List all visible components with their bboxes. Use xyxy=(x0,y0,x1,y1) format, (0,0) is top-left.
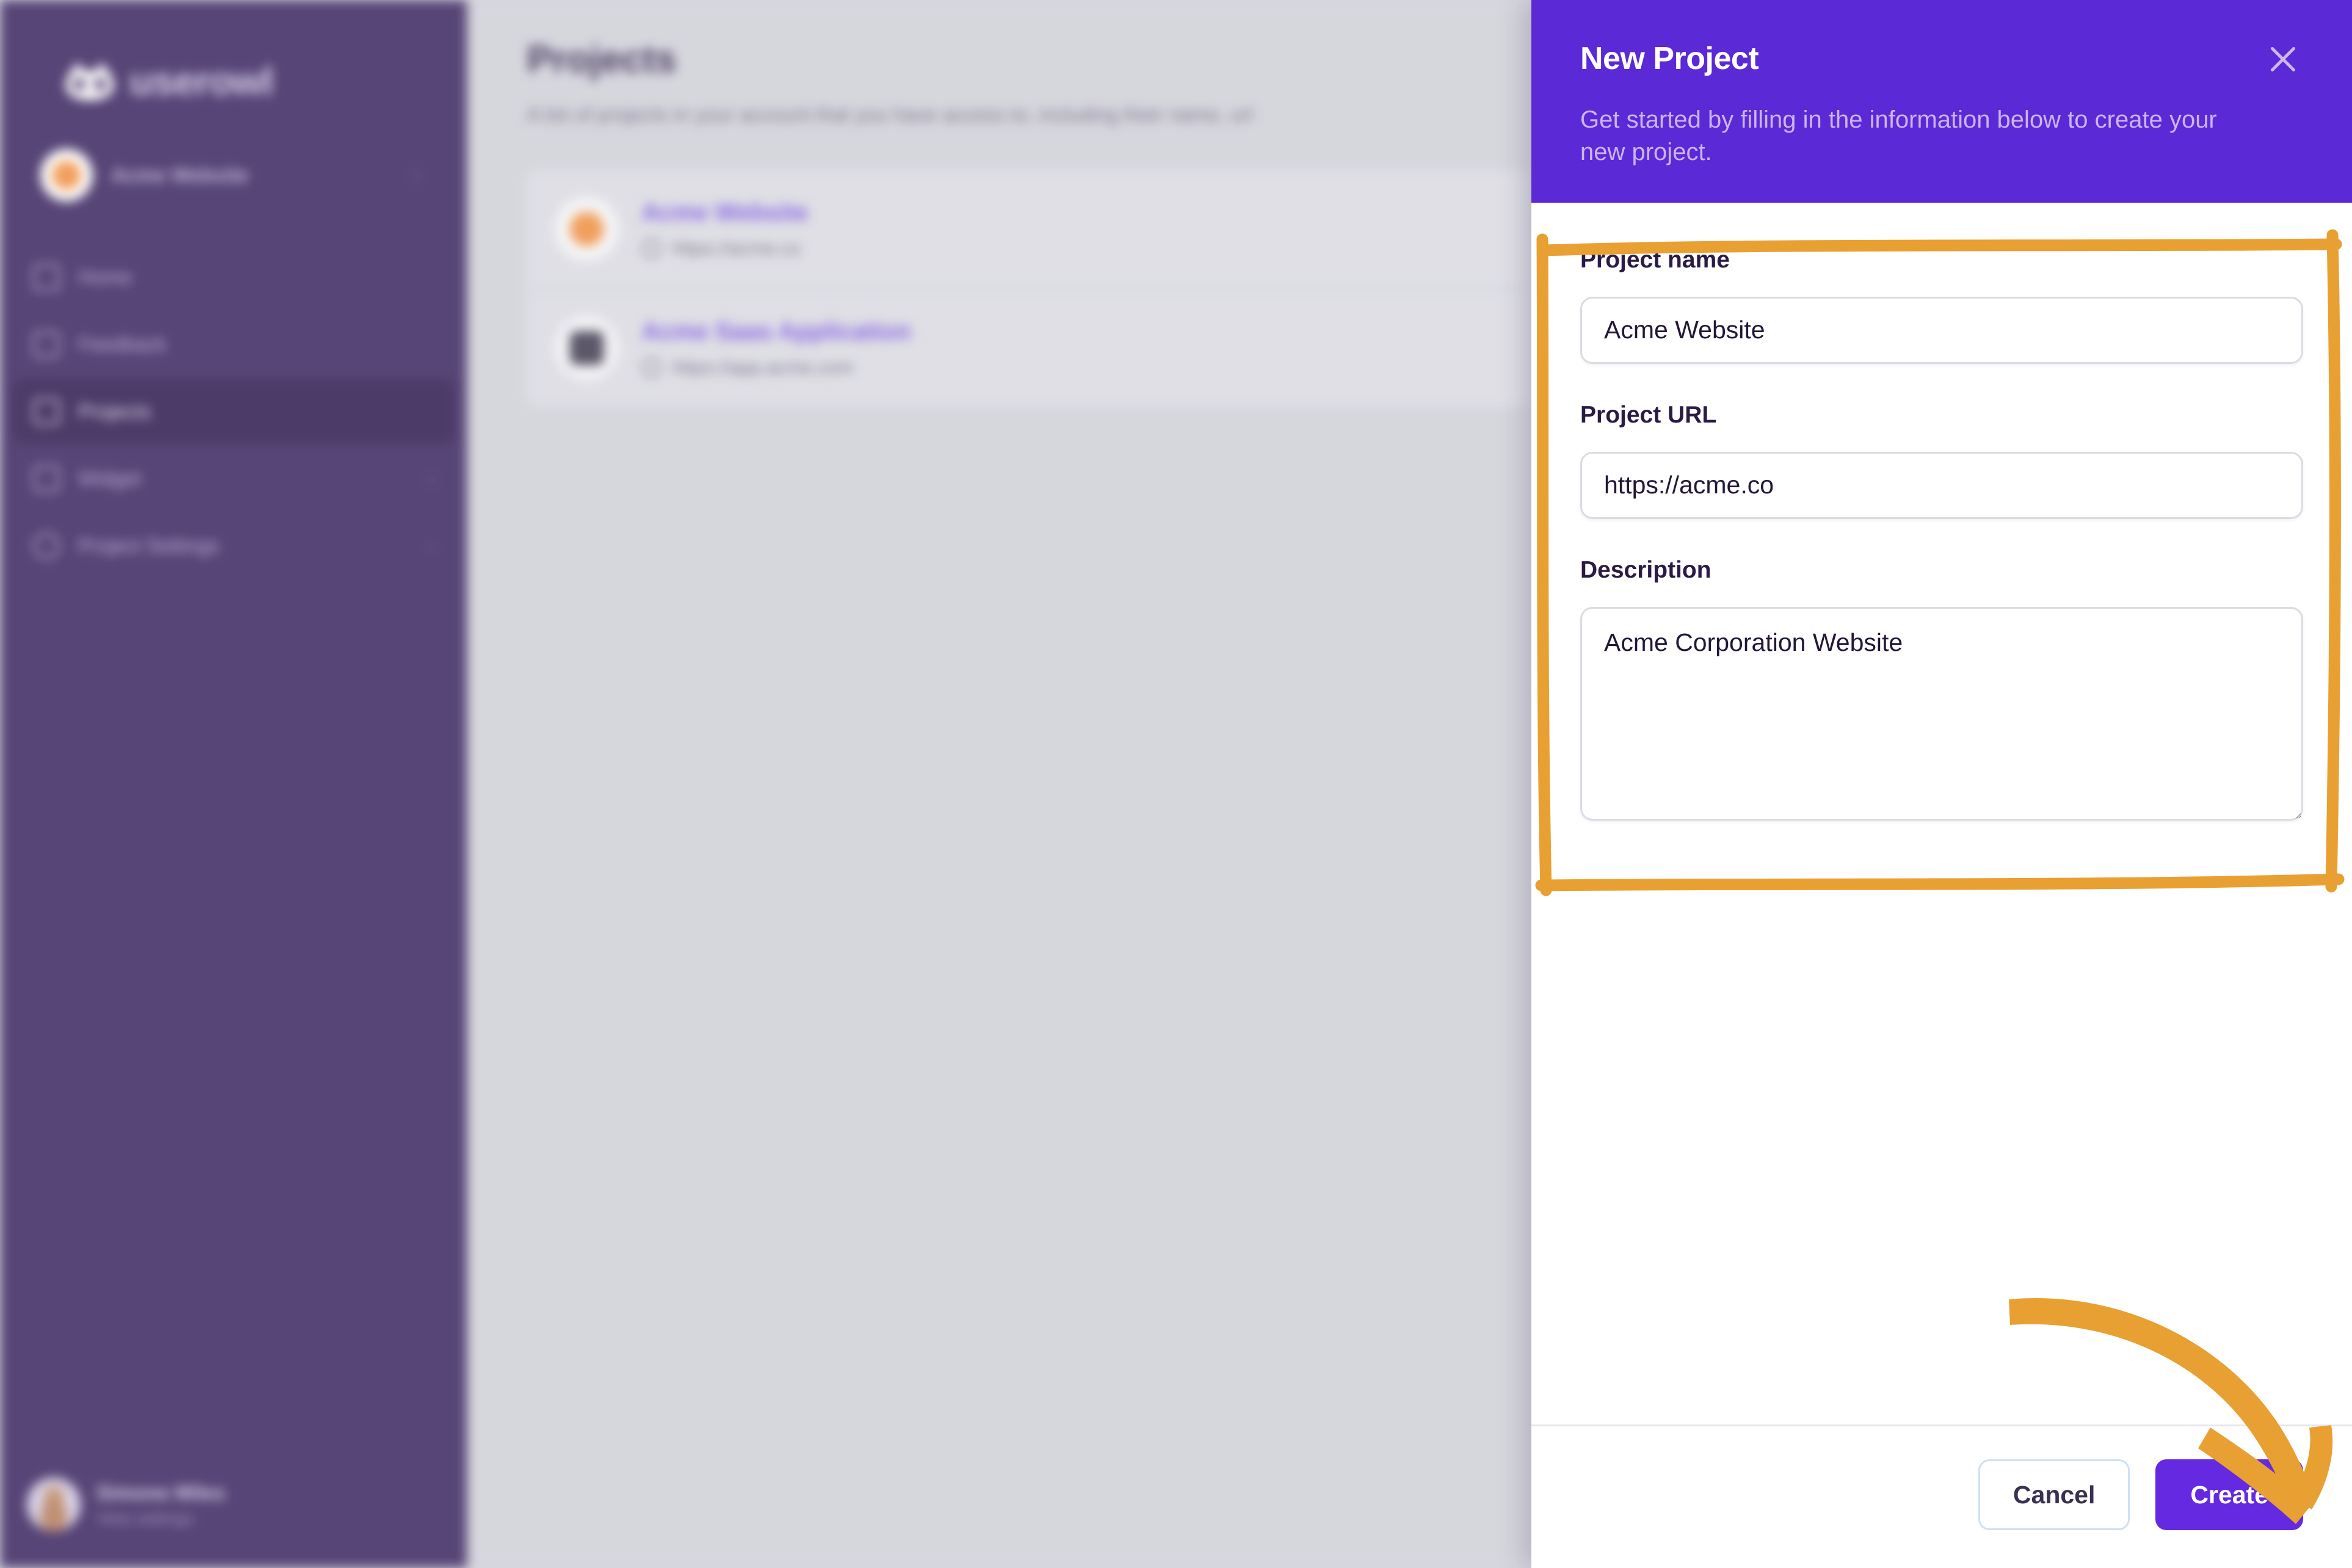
project-url-label: Project URL xyxy=(1580,401,1717,428)
project-name-input[interactable] xyxy=(1580,296,2303,364)
drawer-header: New Project Get started by filling in th… xyxy=(1531,0,2352,203)
drawer-form: Project name Project URL Description xyxy=(1531,203,2352,1425)
drawer-footer: Cancel Create xyxy=(1531,1425,2352,1568)
field-project-name: Project name xyxy=(1580,247,2303,364)
field-description: Description xyxy=(1580,557,2303,824)
field-project-url: Project URL xyxy=(1580,402,2303,519)
cancel-button[interactable]: Cancel xyxy=(1978,1459,2130,1530)
close-icon[interactable] xyxy=(2260,37,2306,82)
description-label: Description xyxy=(1580,556,1711,583)
description-textarea[interactable] xyxy=(1580,606,2303,821)
drawer-description: Get started by filling in the informatio… xyxy=(1580,106,2217,165)
create-button[interactable]: Create xyxy=(2155,1459,2303,1530)
drawer-title: New Project xyxy=(1580,41,1759,76)
app-root: userowl Acme Website ⋮ Home Feedback Pro… xyxy=(0,0,2352,1568)
project-name-label: Project name xyxy=(1580,246,1730,273)
project-url-input[interactable] xyxy=(1580,451,2303,519)
new-project-drawer: New Project Get started by filling in th… xyxy=(1531,0,2352,1568)
